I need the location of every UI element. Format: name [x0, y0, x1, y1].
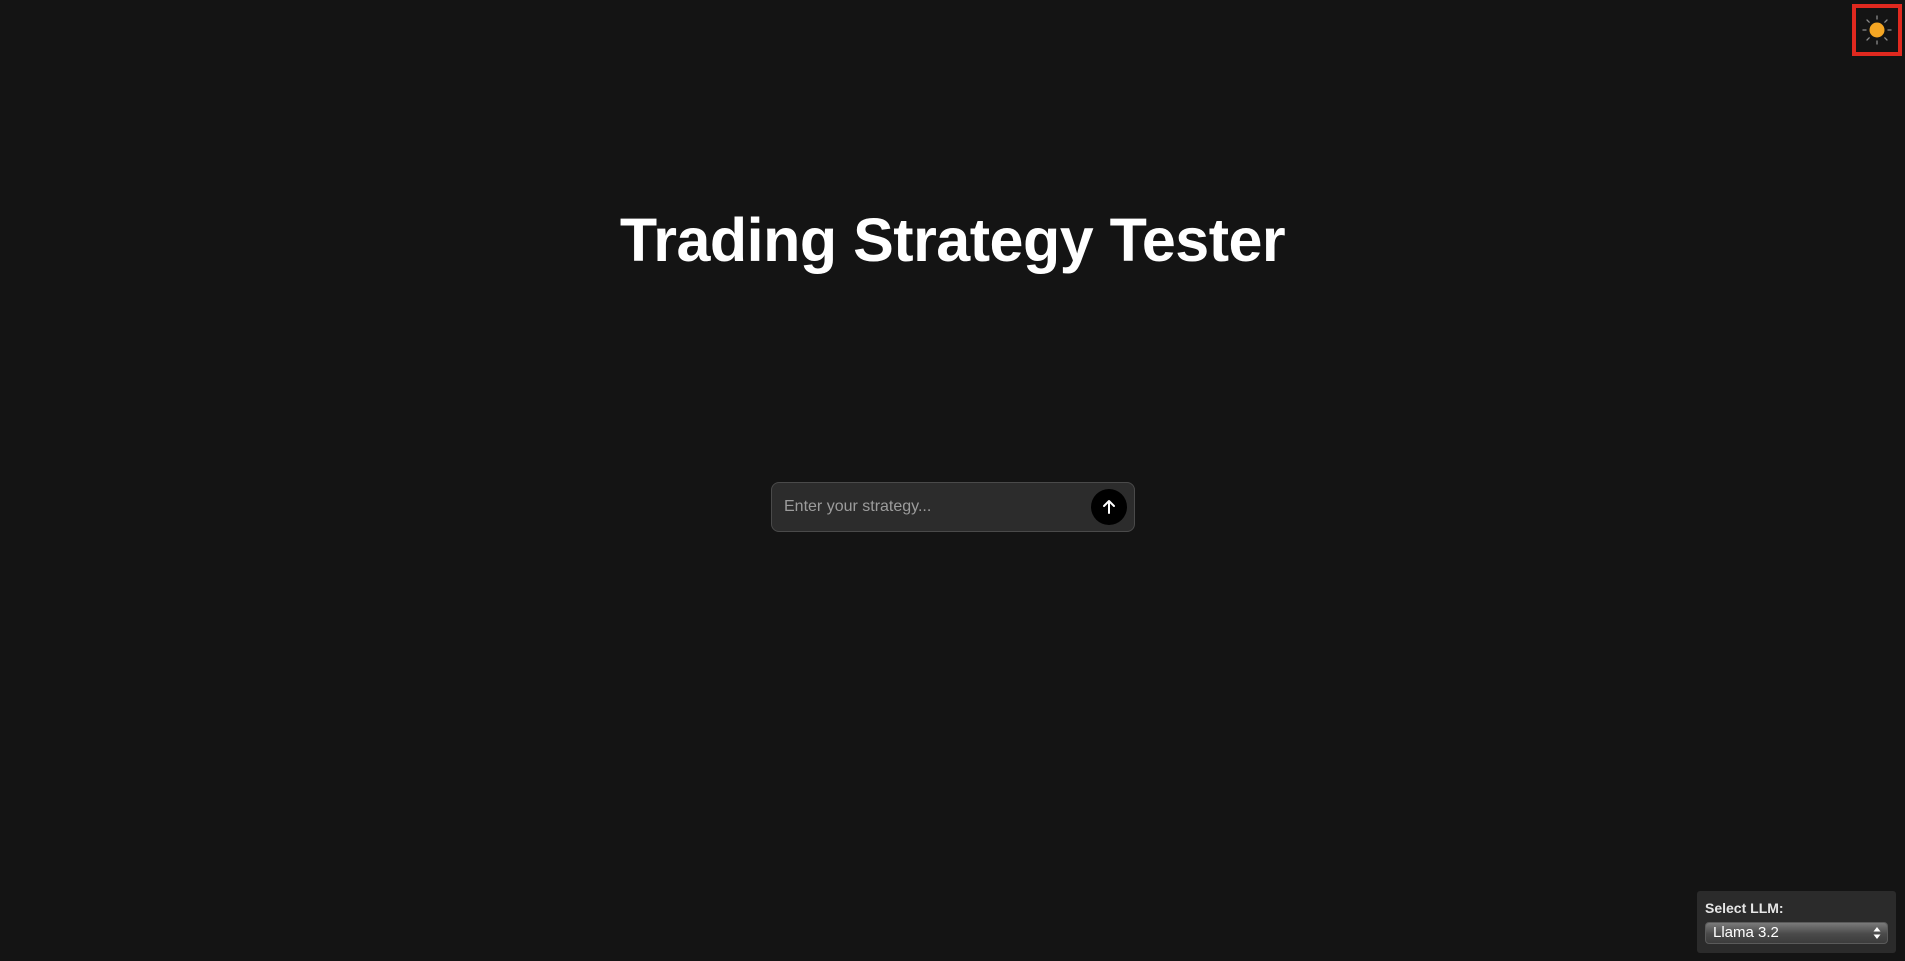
strategy-input[interactable]	[784, 487, 1091, 527]
llm-selector-label: Select LLM:	[1705, 900, 1784, 916]
strategy-form	[771, 482, 1135, 532]
llm-selector-panel: Select LLM: Llama 3.2	[1697, 891, 1896, 953]
sun-icon	[1862, 15, 1892, 45]
page: Trading Strategy Tester Select LLM: Llam…	[0, 0, 1905, 961]
llm-select[interactable]: Llama 3.2	[1705, 922, 1888, 944]
page-title: Trading Strategy Tester	[619, 206, 1286, 274]
arrow-up-icon	[1103, 500, 1115, 514]
submit-button[interactable]	[1091, 489, 1127, 525]
llm-select-value: Llama 3.2	[1713, 924, 1779, 941]
theme-toggle-button[interactable]	[1852, 4, 1902, 56]
select-arrows-icon	[1873, 927, 1881, 939]
